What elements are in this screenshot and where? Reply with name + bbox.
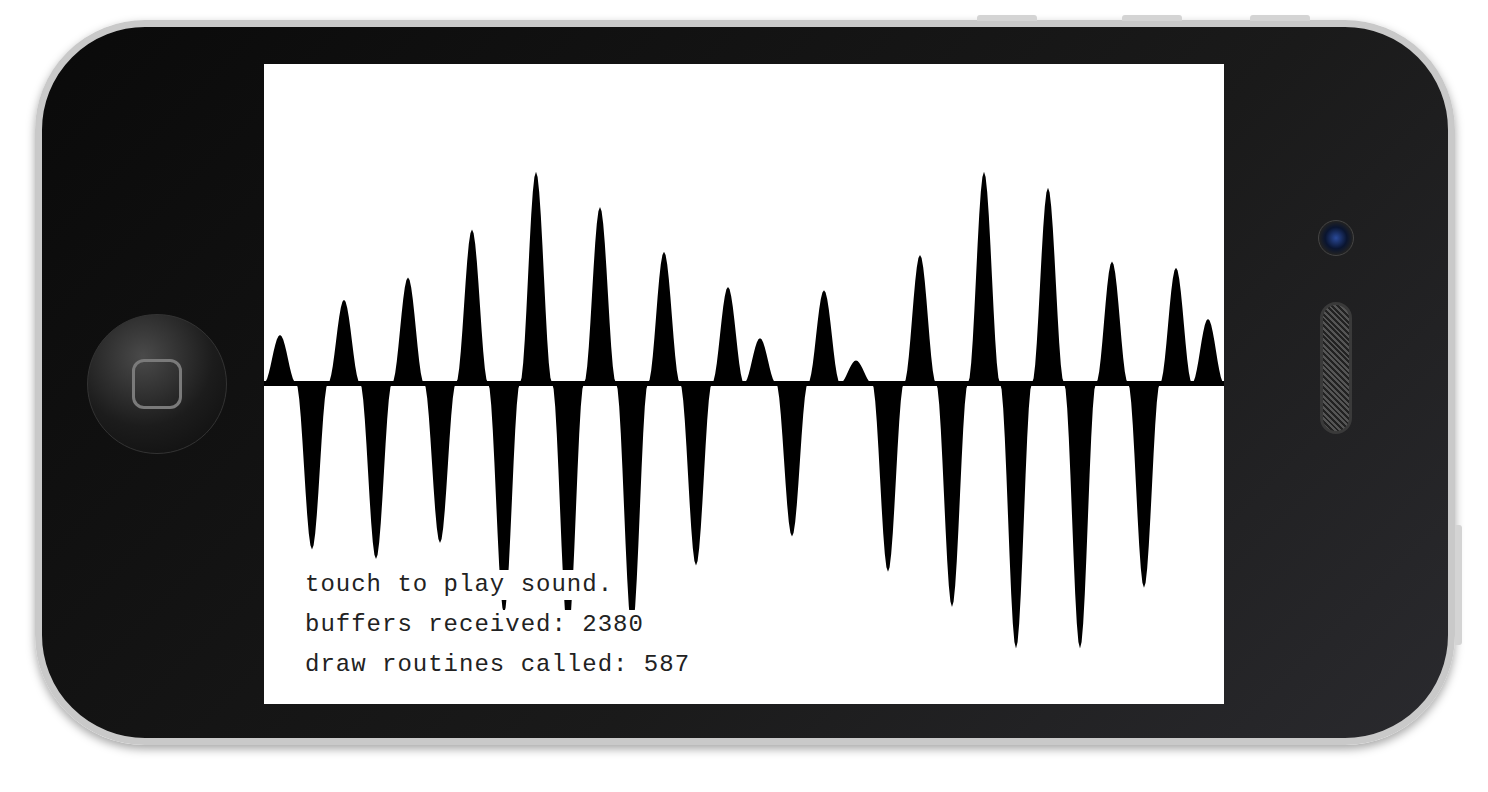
waveform-lobe: [456, 229, 488, 383]
waveform-lobe: [296, 383, 328, 549]
home-square-icon: [132, 359, 182, 409]
waveform: [264, 64, 1224, 704]
waveform-lobe: [808, 290, 840, 383]
waveform-lobe: [1000, 383, 1032, 649]
waveform-lobe: [776, 383, 808, 537]
waveform-lobe: [392, 277, 424, 383]
phone-top-button[interactable]: [977, 15, 1037, 21]
left-bezel: [42, 64, 264, 704]
waveform-lobe: [744, 338, 776, 383]
waveform-lobe: [1160, 268, 1192, 383]
waveform-lobe: [328, 300, 360, 383]
waveform-lobe: [904, 255, 936, 383]
waveform-lobe: [968, 172, 1000, 383]
waveform-lobe: [520, 172, 552, 383]
speaker-grille: [1320, 302, 1352, 434]
waveform-lobe: [1096, 261, 1128, 383]
phone-top-button[interactable]: [1122, 15, 1182, 21]
phone: touch to play sound. buffers received: 23…: [35, 20, 1455, 745]
camera-icon: [1318, 220, 1354, 256]
status-line: buffers received: 2380: [305, 610, 648, 640]
status-line: touch to play sound.: [305, 570, 617, 600]
phone-side-button[interactable]: [1455, 525, 1462, 645]
waveform-lobe: [1128, 383, 1160, 588]
waveform-lobe: [872, 383, 904, 572]
status-line: draw routines called: 587: [305, 650, 694, 680]
waveform-lobe: [1064, 383, 1096, 649]
right-bezel: [1224, 64, 1448, 704]
screen: touch to play sound. buffers received: 23…: [264, 64, 1224, 704]
waveform-lobe: [648, 252, 680, 383]
waveform-lobe: [1192, 319, 1224, 383]
waveform-lobe: [680, 383, 712, 565]
waveform-lobe: [616, 383, 648, 629]
status-lines: touch to play sound. buffers received: 23…: [305, 570, 694, 680]
phone-top-button[interactable]: [1250, 15, 1310, 21]
waveform-lobe: [264, 335, 296, 383]
waveform-lobe: [360, 383, 392, 559]
waveform-lobe: [840, 361, 872, 383]
waveform-lobe: [584, 207, 616, 383]
home-button[interactable]: [87, 314, 227, 454]
waveform-lobe: [1032, 188, 1064, 383]
waveform-lobe: [712, 287, 744, 383]
waveform-lobe: [424, 383, 456, 543]
waveform-baseline: [264, 381, 1224, 386]
page: touch to play sound. buffers received: 23…: [0, 0, 1488, 792]
waveform-lobe: [936, 383, 968, 607]
